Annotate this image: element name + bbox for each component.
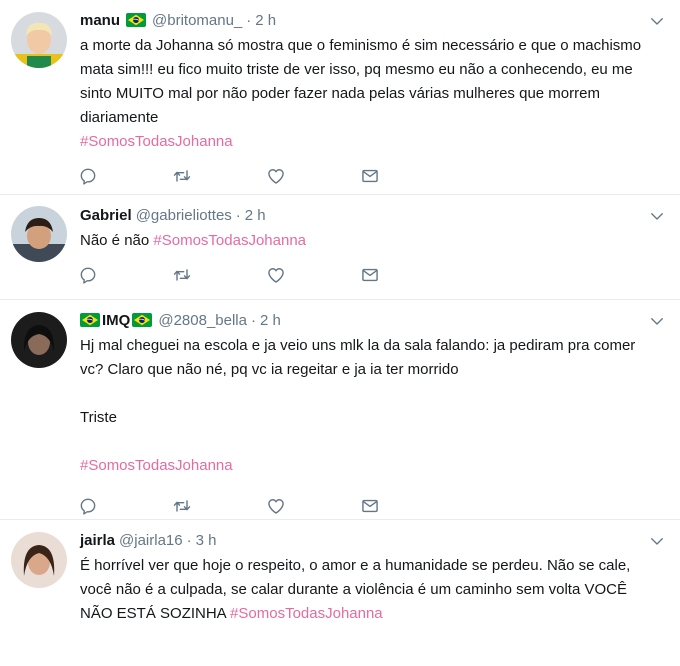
avatar[interactable] xyxy=(11,206,67,262)
retweet-icon xyxy=(172,166,192,186)
timestamp[interactable]: 3 h xyxy=(196,532,217,549)
hashtag-link[interactable]: #SomosTodasJohanna xyxy=(80,130,650,154)
separator-dot: · xyxy=(246,11,252,29)
chevron-down-icon[interactable] xyxy=(648,312,666,330)
like-icon xyxy=(266,496,286,516)
tweet-text-line: É horrível ver que hoje o respeito, o am… xyxy=(80,554,650,626)
tweet-text-content: Hj mal cheguei na escola e ja veio uns m… xyxy=(80,337,636,378)
tweet-header: Gabriel @gabrieliottes · 2 h xyxy=(80,205,650,225)
hashtag-link[interactable]: #SomosTodasJohanna xyxy=(153,232,306,249)
retweet-icon xyxy=(172,265,192,285)
like-button[interactable] xyxy=(266,263,360,287)
author-name[interactable]: IMQ xyxy=(102,312,130,329)
tweet-header: manu @britomanu_ · 2 h xyxy=(80,10,650,30)
retweet-button[interactable] xyxy=(172,164,266,188)
message-icon xyxy=(360,166,380,186)
like-icon xyxy=(266,265,286,285)
author-handle[interactable]: @gabrieliottes xyxy=(136,207,232,224)
reply-icon xyxy=(78,265,98,285)
separator-dot: · xyxy=(186,531,192,549)
separator-dot: · xyxy=(250,311,256,329)
like-icon xyxy=(266,166,286,186)
tweet-text: Hj mal cheguei na escola e ja veio uns m… xyxy=(80,334,650,478)
chevron-down-icon[interactable] xyxy=(648,207,666,225)
reply-icon xyxy=(78,496,98,516)
direct-message-button[interactable] xyxy=(360,494,454,518)
chevron-down-icon[interactable] xyxy=(648,532,666,550)
tweet[interactable]: Gabriel @gabrieliottes · 2 h Não é não #… xyxy=(0,195,680,300)
tweet-actions xyxy=(78,154,650,198)
message-icon xyxy=(360,265,380,285)
hashtag-link[interactable]: #SomosTodasJohanna xyxy=(80,454,650,478)
timestamp[interactable]: 2 h xyxy=(255,12,276,29)
retweet-button[interactable] xyxy=(172,263,266,287)
tweet-text-line: Não é não #SomosTodasJohanna xyxy=(80,229,650,253)
tweet-feed: manu @britomanu_ · 2 h a morte da Johann… xyxy=(0,0,680,666)
message-icon xyxy=(360,496,380,516)
tweet-header: jairla @jairla16 · 3 h xyxy=(80,530,650,550)
tweet-text-content: a morte da Johanna só mostra que o femin… xyxy=(80,37,642,126)
tweet[interactable]: jairla @jairla16 · 3 h É horrível ver qu… xyxy=(0,520,680,666)
avatar[interactable] xyxy=(11,12,67,68)
retweet-button[interactable] xyxy=(172,494,266,518)
tweet-text-content: Triste xyxy=(80,409,117,426)
hashtag-link[interactable]: #SomosTodasJohanna xyxy=(230,605,383,622)
brazil-flag-icon xyxy=(80,313,100,327)
tweet-actions xyxy=(78,253,650,297)
author-handle[interactable]: @2808_bella xyxy=(158,312,247,329)
author-name[interactable]: jairla xyxy=(80,532,115,549)
reply-button[interactable] xyxy=(78,263,172,287)
reply-button[interactable] xyxy=(78,164,172,188)
author-handle[interactable]: @britomanu_ xyxy=(152,12,242,29)
tweet[interactable]: IMQ @2808_bella · 2 h Hj mal cheguei na … xyxy=(0,300,680,520)
avatar[interactable] xyxy=(11,312,67,368)
timestamp[interactable]: 2 h xyxy=(260,312,281,329)
timestamp[interactable]: 2 h xyxy=(245,207,266,224)
tweet-text: a morte da Johanna só mostra que o femin… xyxy=(80,34,650,154)
tweet-text-content: Não é não xyxy=(80,232,150,249)
author-handle[interactable]: @jairla16 xyxy=(119,532,183,549)
avatar[interactable] xyxy=(11,532,67,588)
tweet[interactable]: manu @britomanu_ · 2 h a morte da Johann… xyxy=(0,0,680,195)
direct-message-button[interactable] xyxy=(360,164,454,188)
reply-icon xyxy=(78,166,98,186)
brazil-flag-icon xyxy=(126,13,146,27)
brazil-flag-icon xyxy=(132,313,152,327)
tweet-text: Não é não #SomosTodasJohanna xyxy=(80,229,650,253)
like-button[interactable] xyxy=(266,494,360,518)
reply-button[interactable] xyxy=(78,494,172,518)
separator-dot: · xyxy=(235,206,241,224)
chevron-down-icon[interactable] xyxy=(648,12,666,30)
tweet-text: É horrível ver que hoje o respeito, o am… xyxy=(80,554,650,626)
direct-message-button[interactable] xyxy=(360,263,454,287)
author-name[interactable]: manu xyxy=(80,12,120,29)
retweet-icon xyxy=(172,496,192,516)
author-name[interactable]: Gabriel xyxy=(80,207,132,224)
tweet-header: IMQ @2808_bella · 2 h xyxy=(80,310,650,330)
like-button[interactable] xyxy=(266,164,360,188)
